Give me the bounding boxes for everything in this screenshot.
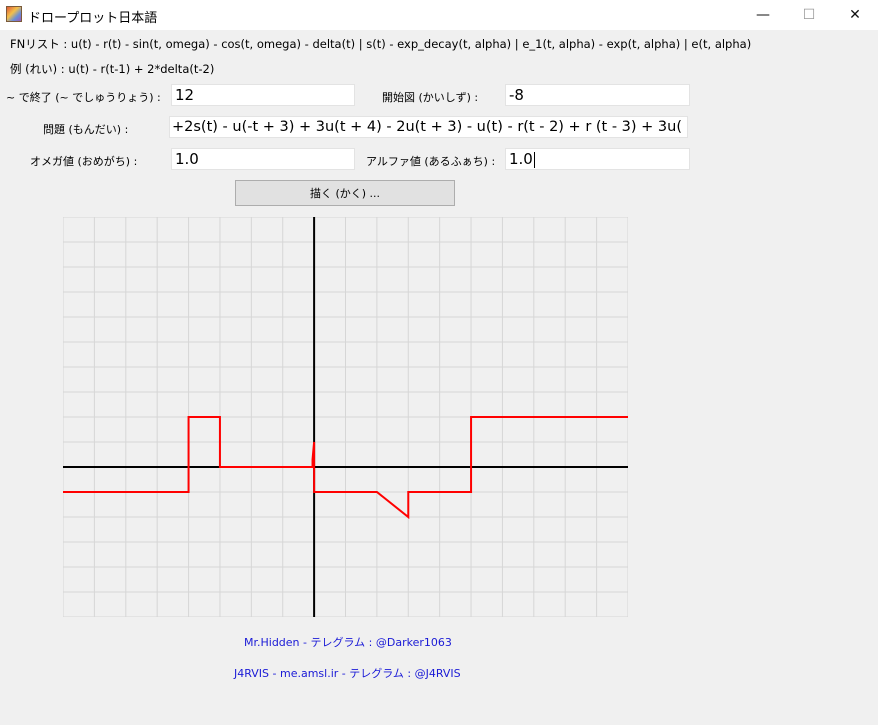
omega-input[interactable]: 1.0	[171, 148, 355, 170]
minimize-button[interactable]: —	[740, 0, 786, 30]
alpha-label: アルファ値 (あるふぁち) :	[366, 155, 496, 168]
end-label: ~ で終了 (~ でしゅうりょう) :	[6, 91, 161, 104]
problem-input[interactable]: +2s(t) - u(-t + 3) + 3u(t + 4) - 2u(t + …	[169, 116, 688, 138]
problem-input-value: +2s(t) - u(-t + 3) + 3u(t + 4) - 2u(t + …	[172, 119, 688, 135]
app-icon	[6, 6, 22, 22]
problem-label: 問題 (もんだい) :	[43, 123, 129, 136]
omega-input-value: 1.0	[175, 150, 199, 168]
credit-line-2: J4RVIS - me.amsl.ir - テレグラム : @J4RVIS	[234, 667, 461, 680]
alpha-input[interactable]: 1.0	[505, 148, 690, 170]
omega-label: オメガ値 (おめがち) :	[30, 155, 138, 168]
end-input-value: 12	[175, 86, 195, 104]
start-input-value: -8	[509, 86, 524, 104]
function-list-text: FNリスト : u(t) - r(t) - sin(t, omega) - co…	[10, 37, 752, 51]
credit-line-1: Mr.Hidden - テレグラム : @Darker1063	[244, 636, 452, 649]
start-input[interactable]: -8	[505, 84, 690, 106]
text-caret	[533, 151, 535, 168]
title-bar: ドロープロット日本語 — ☐ ✕	[0, 0, 878, 30]
window-title: ドロープロット日本語	[28, 11, 158, 26]
example-text: 例 (れい) : u(t) - r(t-1) + 2*delta(t-2)	[10, 62, 215, 76]
close-button[interactable]: ✕	[832, 0, 878, 30]
draw-button[interactable]: 描く (かく) ...	[235, 180, 455, 206]
end-input[interactable]: 12	[171, 84, 355, 106]
plot-canvas	[63, 217, 628, 617]
alpha-input-value: 1.0	[509, 150, 533, 168]
start-label: 開始図 (かいしず) :	[382, 91, 479, 104]
maximize-button[interactable]: ☐	[786, 0, 832, 30]
